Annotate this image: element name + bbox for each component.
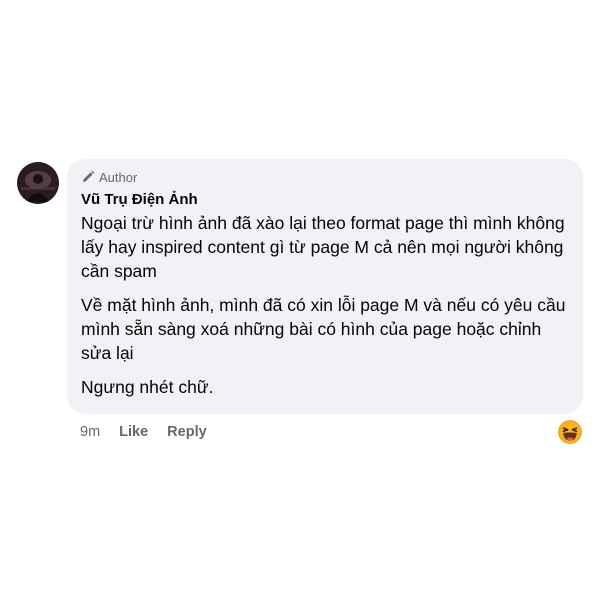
comment-paragraph-1: Ngoại trừ hình ảnh đã xào lại theo forma… <box>81 213 565 281</box>
reply-button[interactable]: Reply <box>167 424 207 440</box>
author-name[interactable]: Vũ Trụ Điện Ảnh <box>81 190 569 209</box>
haha-emoji-icon[interactable] <box>558 420 582 444</box>
avatar-image <box>17 162 59 204</box>
timestamp[interactable]: 9m <box>80 424 100 440</box>
comment-paragraph-3: Ngưng nhét chữ. <box>81 377 214 397</box>
author-badge: Author <box>81 168 569 186</box>
comment-actions: 9m Like Reply <box>80 424 207 440</box>
avatar[interactable] <box>17 162 59 204</box>
comment: Author Vũ Trụ Điện Ảnh Ngoại trừ hình ản… <box>0 0 600 600</box>
like-button[interactable]: Like <box>119 424 148 440</box>
comment-bubble: Author Vũ Trụ Điện Ảnh Ngoại trừ hình ản… <box>67 159 583 414</box>
author-badge-label: Author <box>99 169 138 185</box>
comment-paragraph-2: Về mặt hình ảnh, mình đã có xin lỗi page… <box>81 295 566 363</box>
pencil-icon <box>81 170 95 184</box>
